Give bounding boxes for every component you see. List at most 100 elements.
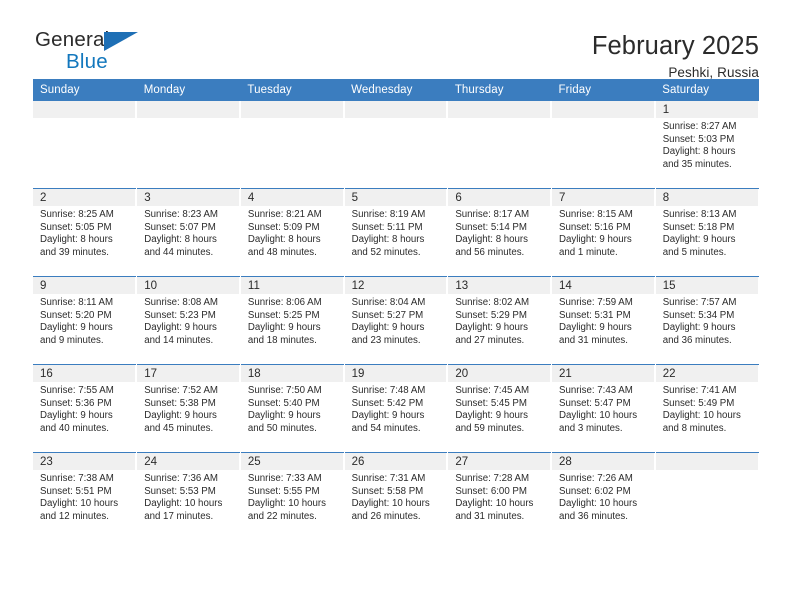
day-cell[interactable]: 20 Sunrise: 7:45 AM Sunset: 5:45 PM Dayligh… bbox=[448, 365, 552, 452]
weekday-header-saturday: Saturday bbox=[655, 79, 759, 101]
day-cell[interactable]: 18 Sunrise: 7:50 AM Sunset: 5:40 PM Dayligh… bbox=[240, 365, 344, 452]
day-cell[interactable]: 14 Sunrise: 7:59 AM Sunset: 5:31 PM Dayligh… bbox=[552, 277, 655, 364]
day-cell[interactable]: 15 Sunrise: 7:57 AM Sunset: 5:34 PM Dayligh… bbox=[655, 277, 759, 364]
daylight-text-cont: and 31 minutes. bbox=[559, 334, 628, 346]
day-cell-empty bbox=[344, 101, 448, 188]
day-cell[interactable]: 10 Sunrise: 8:08 AM Sunset: 5:23 PM Dayligh… bbox=[137, 277, 240, 364]
weekday-header-monday: Monday bbox=[136, 79, 241, 101]
sunrise-text: Sunrise: 7:48 AM bbox=[351, 385, 426, 396]
sunrise-text: Sunrise: 8:15 AM bbox=[559, 209, 633, 220]
day-number: 13 bbox=[448, 277, 552, 294]
day-number bbox=[240, 101, 344, 118]
day-details: Sunrise: 7:43 AM Sunset: 5:47 PM Daylight:… bbox=[552, 382, 655, 435]
sunset-text: Sunset: 5:25 PM bbox=[247, 309, 320, 321]
day-cell[interactable]: 8 Sunrise: 8:13 AM Sunset: 5:18 PM Daylight… bbox=[655, 189, 759, 276]
day-cell[interactable]: 19 Sunrise: 7:48 AM Sunset: 5:42 PM Dayligh… bbox=[344, 365, 448, 452]
day-details: Sunrise: 8:23 AM Sunset: 5:07 PM Daylight:… bbox=[137, 206, 240, 259]
daylight-text: Daylight: 9 hours bbox=[247, 410, 321, 422]
sunset-text: Sunset: 5:23 PM bbox=[144, 309, 216, 321]
daylight-text-cont: and 14 minutes. bbox=[144, 334, 214, 346]
day-cell[interactable]: 11 Sunrise: 8:06 AM Sunset: 5:25 PM Dayligh… bbox=[240, 277, 344, 364]
day-details: Sunrise: 8:06 AM Sunset: 5:25 PM Daylight:… bbox=[241, 294, 344, 347]
day-number: 12 bbox=[344, 277, 448, 294]
day-number: 10 bbox=[137, 277, 240, 294]
daylight-text: Daylight: 10 hours bbox=[144, 498, 223, 510]
sunset-text: Sunset: 5:09 PM bbox=[247, 221, 320, 233]
weekday-header-sunday: Sunday bbox=[33, 79, 137, 101]
day-cell[interactable]: 3 Sunrise: 8:23 AM Sunset: 5:07 PM Daylight… bbox=[137, 189, 240, 276]
daylight-text: Daylight: 9 hours bbox=[559, 322, 632, 334]
calendar-table: Sunday Monday Tuesday Wednesday Thursday… bbox=[33, 79, 759, 540]
daylight-text-cont: and 44 minutes. bbox=[144, 246, 214, 258]
day-cell[interactable]: 26 Sunrise: 7:31 AM Sunset: 5:58 PM Dayligh… bbox=[344, 453, 448, 540]
day-cell[interactable]: 9 Sunrise: 8:11 AM Sunset: 5:20 PM Daylight… bbox=[33, 277, 137, 364]
daylight-text-cont: and 3 minutes. bbox=[559, 422, 623, 434]
daylight-text-cont: and 18 minutes. bbox=[247, 334, 317, 346]
day-cell[interactable]: 27 Sunrise: 7:28 AM Sunset: 6:00 PM Dayligh… bbox=[448, 453, 552, 540]
day-number bbox=[33, 101, 137, 118]
sunset-text: Sunset: 5:14 PM bbox=[455, 221, 527, 233]
day-cell[interactable]: 28 Sunrise: 7:26 AM Sunset: 6:02 PM Dayligh… bbox=[552, 453, 655, 540]
calendar-cell: 27 Sunrise: 7:28 AM Sunset: 6:00 PM Dayligh… bbox=[447, 452, 553, 540]
day-cell[interactable]: 7 Sunrise: 8:15 AM Sunset: 5:16 PM Daylight… bbox=[552, 189, 655, 276]
sunrise-text: Sunrise: 8:13 AM bbox=[662, 209, 737, 220]
day-cell[interactable]: 21 Sunrise: 7:43 AM Sunset: 5:47 PM Dayligh… bbox=[552, 365, 655, 452]
sunset-text: Sunset: 5:31 PM bbox=[559, 309, 631, 321]
sunset-text: Sunset: 6:00 PM bbox=[455, 485, 527, 497]
daylight-text: Daylight: 10 hours bbox=[559, 498, 638, 510]
daylight-text: Daylight: 8 hours bbox=[662, 146, 736, 158]
calendar-cell: 5 Sunrise: 8:19 AM Sunset: 5:11 PM Daylight… bbox=[344, 188, 449, 277]
daylight-text-cont: and 26 minutes. bbox=[351, 510, 421, 522]
day-cell[interactable]: 16 Sunrise: 7:55 AM Sunset: 5:36 PM Dayligh… bbox=[33, 365, 137, 452]
sunrise-text: Sunrise: 8:23 AM bbox=[144, 209, 218, 220]
sunrise-text: Sunrise: 8:25 AM bbox=[40, 209, 114, 220]
day-cell[interactable]: 1 Sunrise: 8:27 AM Sunset: 5:03 PM Daylight… bbox=[655, 101, 759, 188]
calendar-week-row: 9 Sunrise: 8:11 AM Sunset: 5:20 PM Daylight… bbox=[33, 276, 759, 365]
day-number: 9 bbox=[33, 277, 137, 294]
calendar-cell bbox=[551, 101, 656, 189]
sunset-text: Sunset: 5:11 PM bbox=[351, 221, 423, 233]
day-cell[interactable]: 5 Sunrise: 8:19 AM Sunset: 5:11 PM Daylight… bbox=[344, 189, 448, 276]
sunset-text: Sunset: 5:29 PM bbox=[455, 309, 527, 321]
daylight-text-cont: and 31 minutes. bbox=[455, 510, 525, 522]
day-details: Sunrise: 7:26 AM Sunset: 6:02 PM Daylight:… bbox=[552, 470, 655, 523]
day-cell[interactable]: 4 Sunrise: 8:21 AM Sunset: 5:09 PM Daylight… bbox=[240, 189, 344, 276]
day-cell[interactable]: 17 Sunrise: 7:52 AM Sunset: 5:38 PM Dayligh… bbox=[137, 365, 240, 452]
daylight-text-cont: and 23 minutes. bbox=[351, 334, 421, 346]
day-cell[interactable]: 24 Sunrise: 7:36 AM Sunset: 5:53 PM Dayligh… bbox=[137, 453, 240, 540]
general-blue-logo[interactable]: General Blue bbox=[33, 29, 175, 80]
daylight-text-cont: and 27 minutes. bbox=[455, 334, 525, 346]
sunset-text: Sunset: 5:16 PM bbox=[559, 221, 631, 233]
calendar-cell: 13 Sunrise: 8:02 AM Sunset: 5:29 PM Dayligh… bbox=[447, 276, 553, 365]
sunrise-text: Sunrise: 8:21 AM bbox=[247, 209, 322, 220]
day-cell[interactable]: 13 Sunrise: 8:02 AM Sunset: 5:29 PM Dayligh… bbox=[448, 277, 552, 364]
sunrise-text: Sunrise: 7:26 AM bbox=[559, 473, 633, 484]
day-cell[interactable]: 6 Sunrise: 8:17 AM Sunset: 5:14 PM Daylight… bbox=[448, 189, 552, 276]
sunset-text: Sunset: 5:55 PM bbox=[247, 485, 320, 497]
day-cell[interactable]: 25 Sunrise: 7:33 AM Sunset: 5:55 PM Dayligh… bbox=[240, 453, 344, 540]
sunrise-text: Sunrise: 8:06 AM bbox=[247, 297, 322, 308]
day-number: 5 bbox=[344, 189, 448, 206]
day-cell[interactable]: 23 Sunrise: 7:38 AM Sunset: 5:51 PM Dayligh… bbox=[33, 453, 137, 540]
weekday-header-tuesday: Tuesday bbox=[240, 79, 345, 101]
day-number: 15 bbox=[655, 277, 759, 294]
calendar-cell: 23 Sunrise: 7:38 AM Sunset: 5:51 PM Dayligh… bbox=[33, 452, 138, 540]
daylight-text-cont: and 52 minutes. bbox=[351, 246, 421, 258]
sunset-text: Sunset: 5:36 PM bbox=[40, 397, 112, 409]
weekday-header-thursday: Thursday bbox=[447, 79, 552, 101]
day-cell[interactable]: 12 Sunrise: 8:04 AM Sunset: 5:27 PM Dayligh… bbox=[344, 277, 448, 364]
day-cell-empty bbox=[448, 101, 552, 188]
sunrise-text: Sunrise: 8:08 AM bbox=[144, 297, 218, 308]
daylight-text: Daylight: 10 hours bbox=[662, 410, 741, 422]
calendar-page: General Blue February 2025 Peshki, Russi… bbox=[0, 0, 792, 612]
sunset-text: Sunset: 5:03 PM bbox=[662, 133, 735, 145]
day-number: 16 bbox=[33, 365, 137, 382]
day-details: Sunrise: 7:50 AM Sunset: 5:40 PM Daylight:… bbox=[241, 382, 344, 435]
day-details: Sunrise: 7:36 AM Sunset: 5:53 PM Daylight:… bbox=[137, 470, 240, 523]
sunrise-text: Sunrise: 8:17 AM bbox=[455, 209, 530, 220]
sunrise-text: Sunrise: 7:59 AM bbox=[559, 297, 633, 308]
daylight-text: Daylight: 10 hours bbox=[559, 410, 638, 422]
calendar-week-row: 16 Sunrise: 7:55 AM Sunset: 5:36 PM Dayligh… bbox=[33, 364, 759, 453]
day-cell[interactable]: 2 Sunrise: 8:25 AM Sunset: 5:05 PM Daylight… bbox=[33, 189, 137, 276]
day-cell[interactable]: 22 Sunrise: 7:41 AM Sunset: 5:49 PM Dayligh… bbox=[655, 365, 759, 452]
